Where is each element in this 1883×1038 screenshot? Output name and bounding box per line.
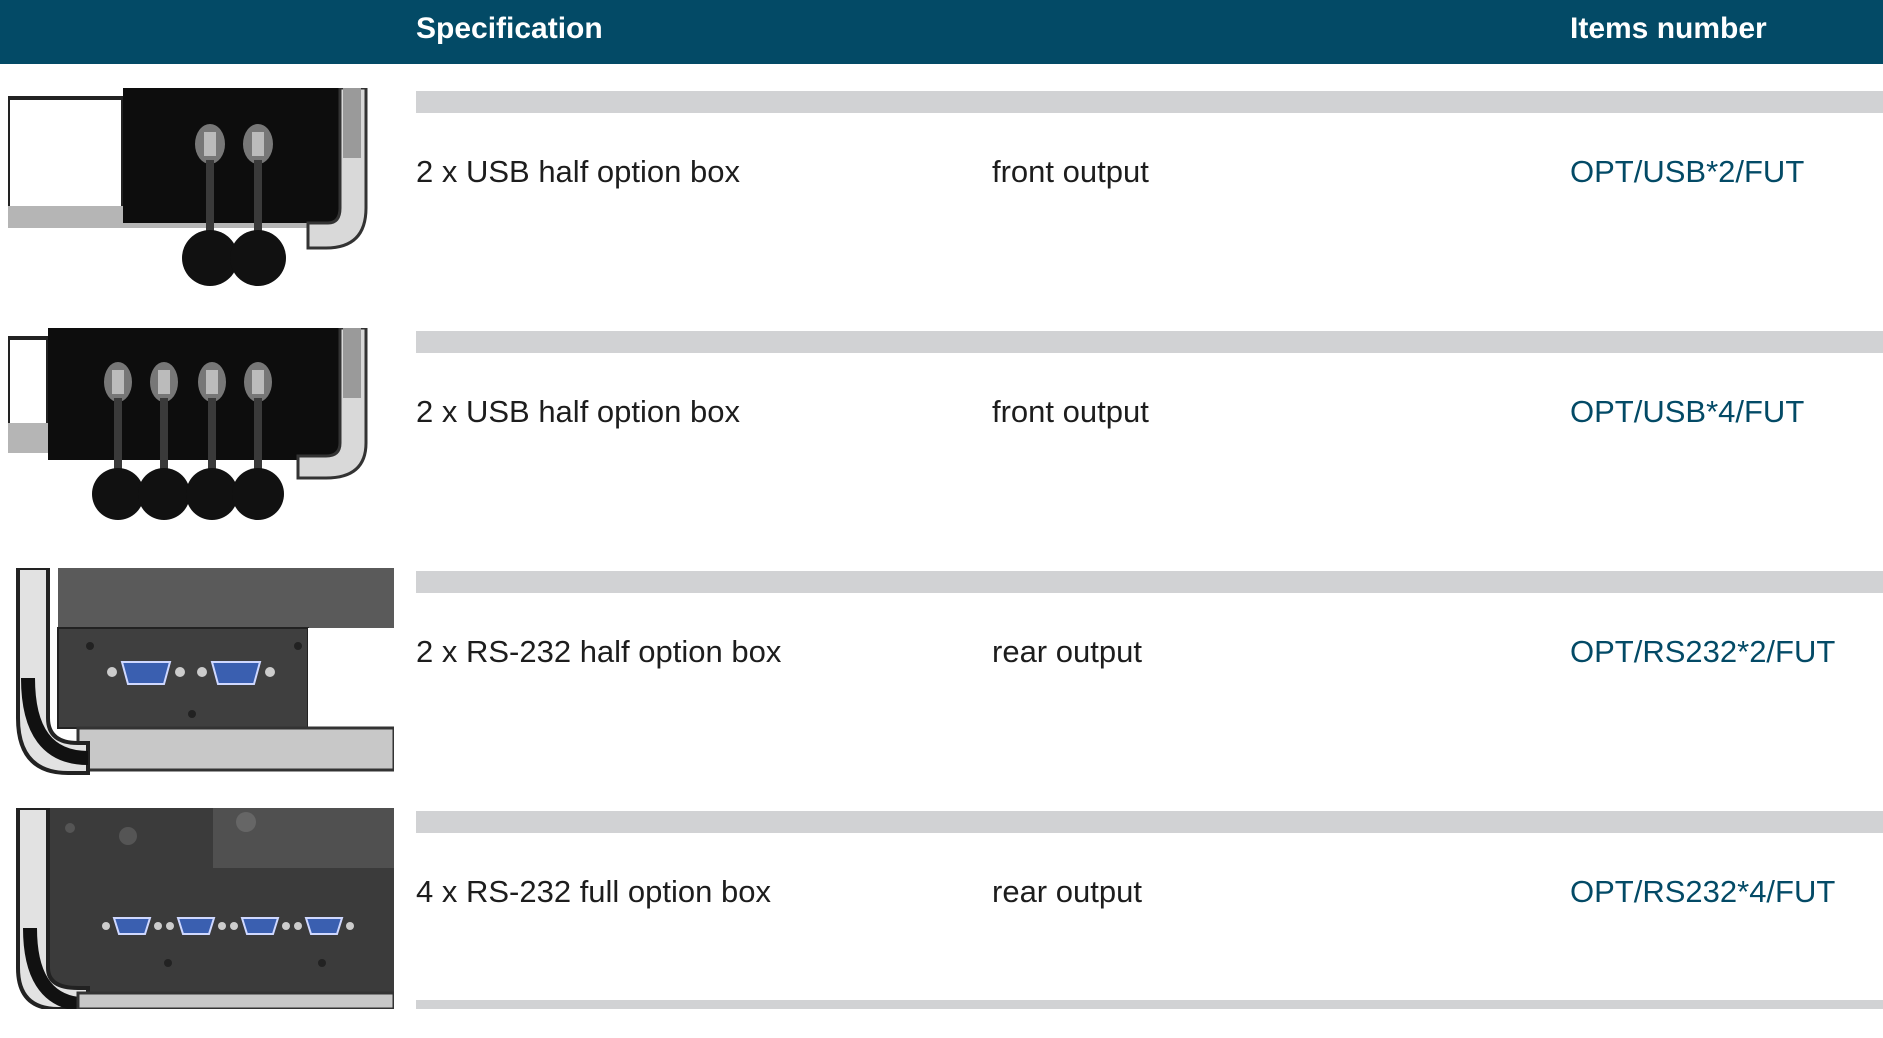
- table-row: 2 x USB half option box front output OPT…: [0, 328, 1883, 558]
- item-number-cell: OPT/USB*4/FUT: [1570, 394, 1805, 429]
- row-divider-bar: [416, 91, 1883, 113]
- specification-cell: 2 x RS-232 half option box: [416, 634, 782, 669]
- row-divider-bar: [416, 1000, 1883, 1009]
- rs232-4-port-box-image: [8, 808, 394, 1009]
- rs232-2-port-box-image: [8, 568, 394, 790]
- row-divider-bar: [416, 811, 1883, 833]
- output-cell: rear output: [992, 634, 1142, 669]
- table-row: 2 x RS-232 half option box rear output O…: [0, 568, 1883, 798]
- usb-2-port-box-image: [8, 88, 394, 310]
- row-divider-bar: [416, 571, 1883, 593]
- item-number-cell: OPT/RS232*2/FUT: [1570, 634, 1836, 669]
- specification-cell: 2 x USB half option box: [416, 394, 740, 429]
- item-number-cell: OPT/RS232*4/FUT: [1570, 874, 1836, 909]
- row-divider-bar: [416, 331, 1883, 353]
- specification-cell: 4 x RS-232 full option box: [416, 874, 771, 909]
- specification-cell: 2 x USB half option box: [416, 154, 740, 189]
- table-row: 2 x USB half option box front output OPT…: [0, 88, 1883, 318]
- item-number-cell: OPT/USB*2/FUT: [1570, 154, 1805, 189]
- specification-column-header: Specification: [416, 12, 603, 45]
- usb-4-port-box-image: [8, 328, 394, 550]
- output-cell: front output: [992, 154, 1149, 189]
- table-header: Specification Items number: [0, 0, 1883, 64]
- items-number-column-header: Items number: [1570, 12, 1767, 45]
- output-cell: front output: [992, 394, 1149, 429]
- output-cell: rear output: [992, 874, 1142, 909]
